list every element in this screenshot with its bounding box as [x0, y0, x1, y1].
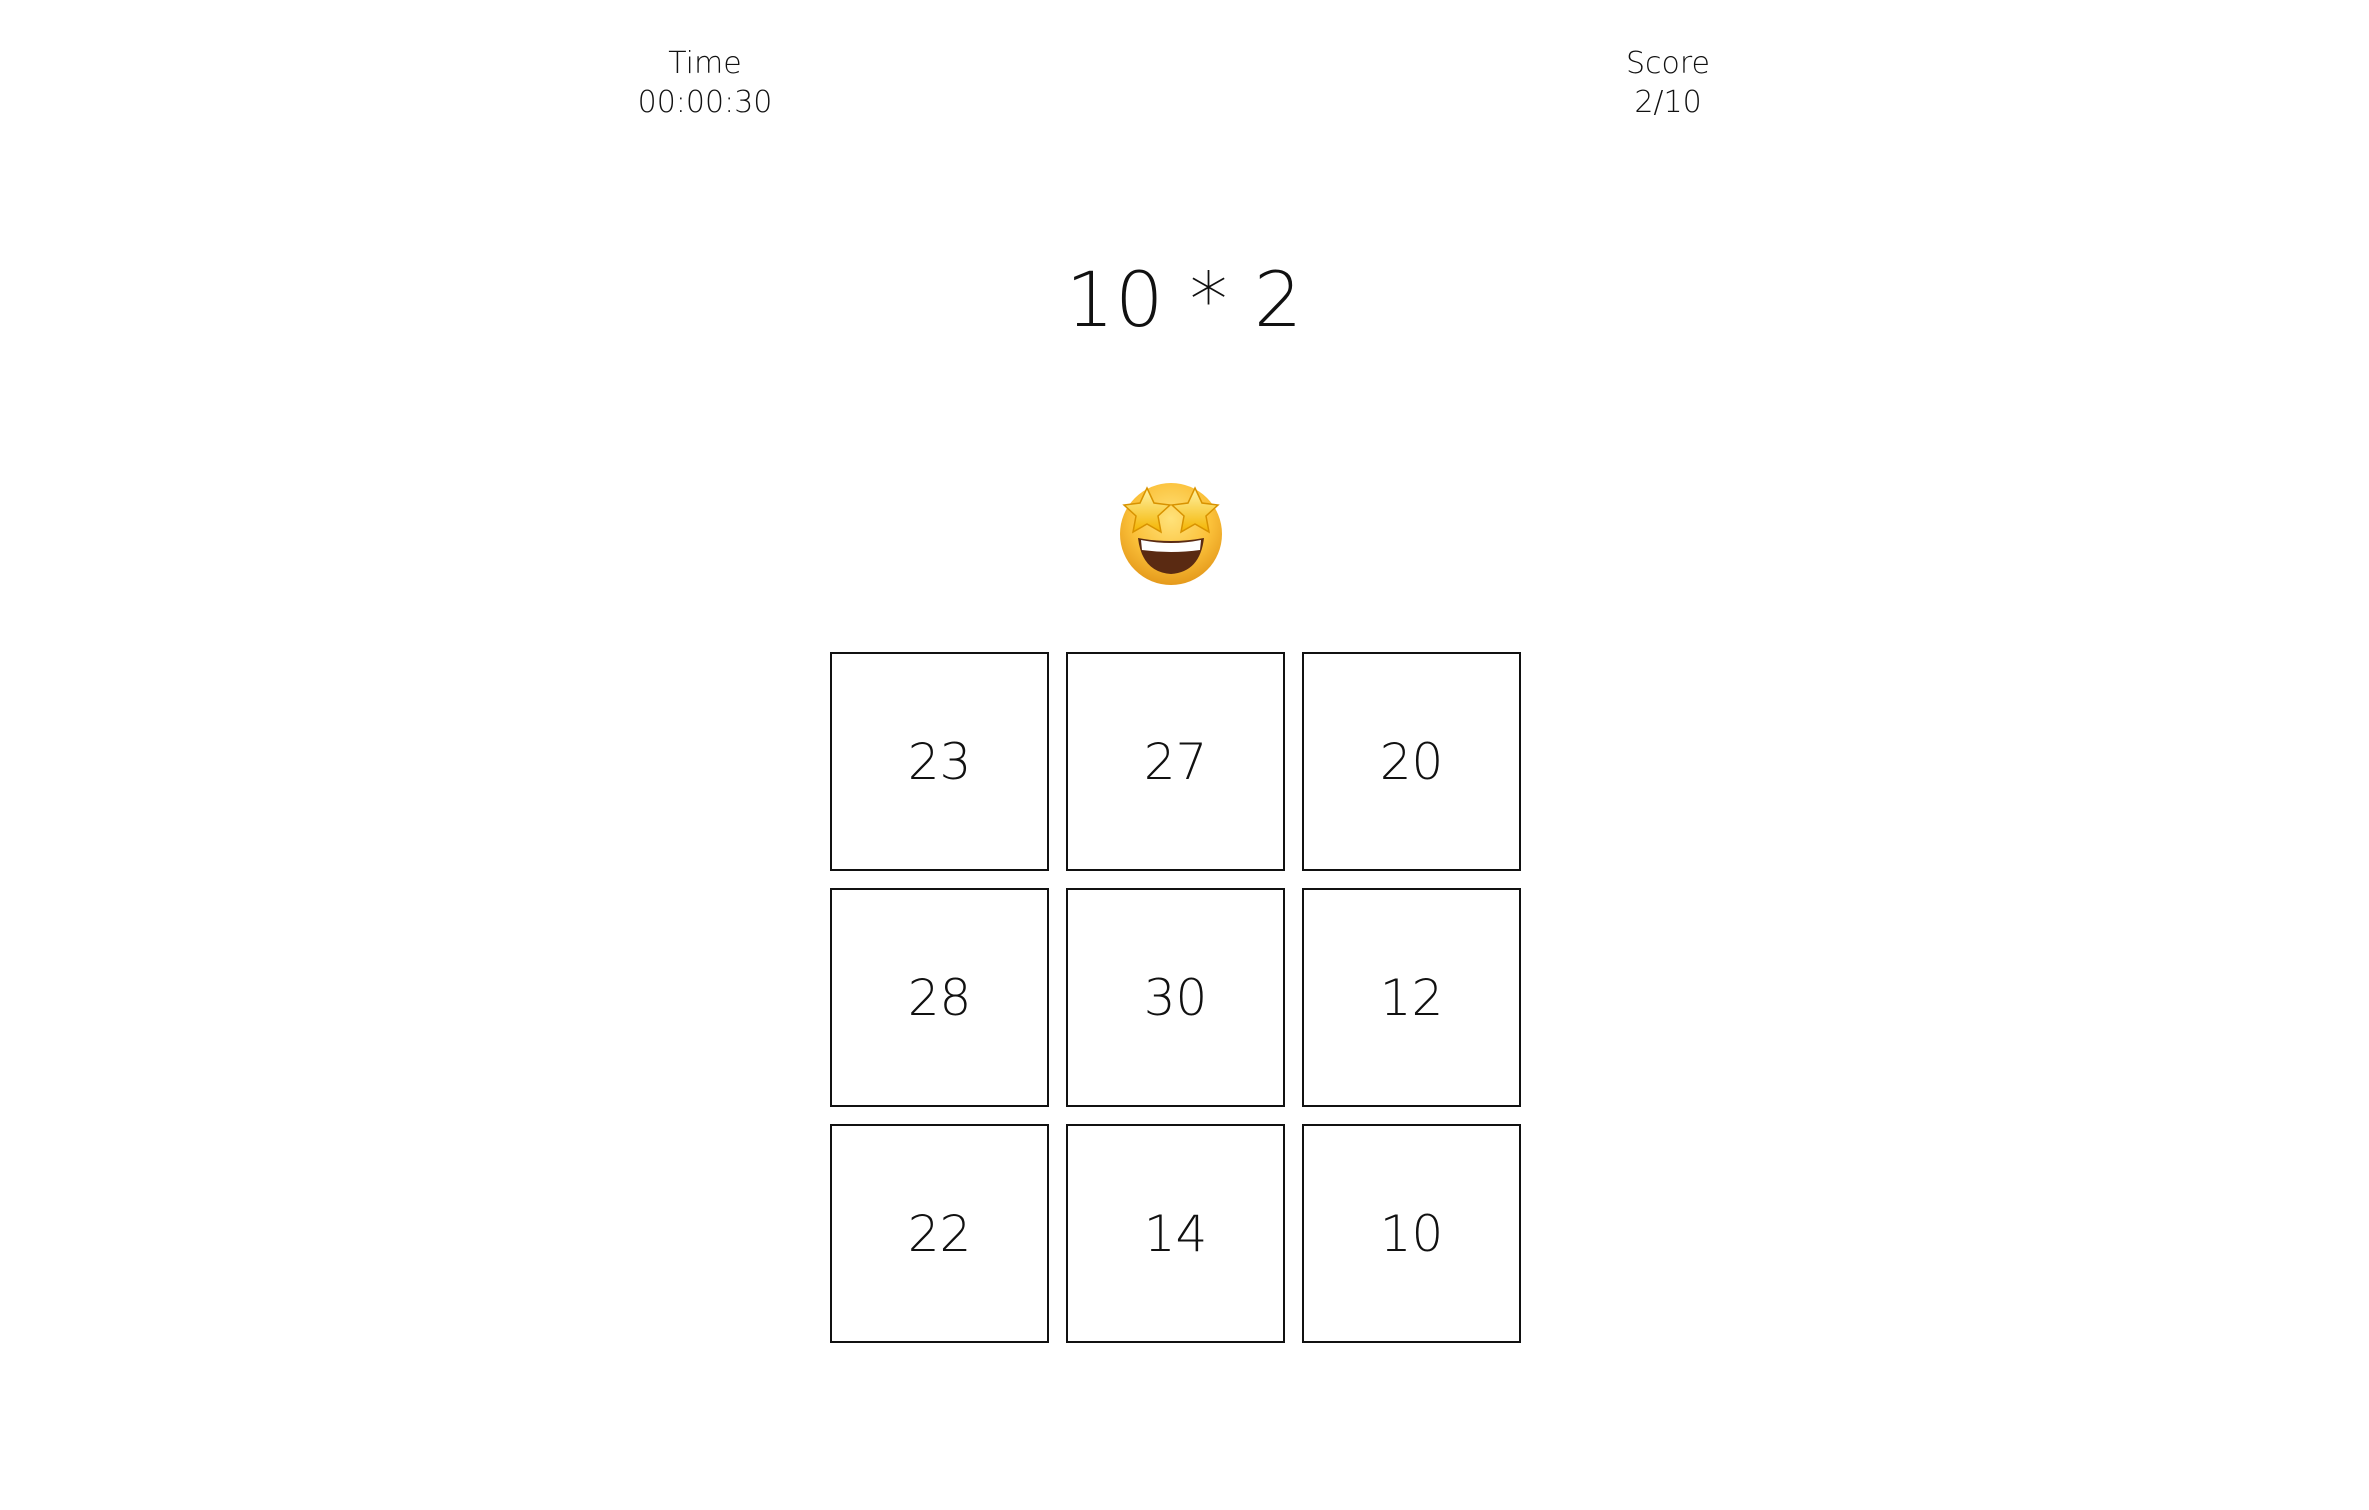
answer-tile[interactable]: 12: [1302, 888, 1521, 1107]
answer-value: 27: [1143, 732, 1208, 791]
answer-value: 14: [1143, 1204, 1208, 1263]
answer-tile[interactable]: 28: [830, 888, 1049, 1107]
answer-tile[interactable]: 30: [1066, 888, 1285, 1107]
time-label: Time: [668, 46, 742, 81]
answer-tile[interactable]: 10: [1302, 1124, 1521, 1343]
answer-value: 20: [1379, 732, 1444, 791]
answer-tile[interactable]: 22: [830, 1124, 1049, 1343]
star-struck-emoji-icon: [1114, 474, 1228, 588]
answer-grid: 23 27 20 28 30 12 22 14 10: [830, 652, 1522, 1343]
answer-value: 30: [1143, 968, 1208, 1027]
answer-tile[interactable]: 20: [1302, 652, 1521, 871]
answer-value: 10: [1379, 1204, 1444, 1263]
answer-tile[interactable]: 27: [1066, 652, 1285, 871]
answer-value: 28: [907, 968, 972, 1027]
answer-value: 22: [907, 1204, 972, 1263]
score-label: Score: [1625, 46, 1711, 81]
answer-tile[interactable]: 14: [1066, 1124, 1285, 1343]
answer-value: 23: [907, 732, 972, 791]
answer-tile[interactable]: 23: [830, 652, 1049, 871]
answer-value: 12: [1379, 968, 1444, 1027]
score-value: 2/10: [1634, 85, 1702, 120]
question-text: 10 * 2: [1065, 255, 1304, 344]
time-value: 00:00:30: [637, 85, 773, 120]
time-display: Time 00:00:30: [555, 44, 855, 122]
score-display: Score 2/10: [1518, 44, 1818, 122]
